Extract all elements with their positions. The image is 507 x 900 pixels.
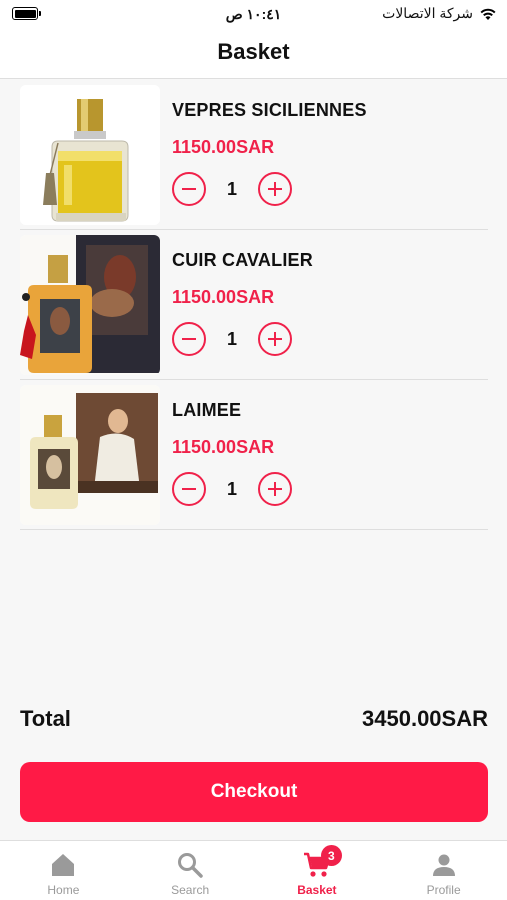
status-bar: ١٠:٤١ ص شركة الاتصالات [0, 0, 507, 30]
page-title: Basket [217, 39, 290, 64]
basket-item: VEPRES SICILIENNES 1150.00SAR 1 [20, 80, 488, 230]
tab-profile[interactable]: Profile [380, 841, 507, 900]
increase-quantity-button[interactable] [258, 472, 292, 506]
increase-quantity-button[interactable] [258, 172, 292, 206]
basket-count-badge: 3 [320, 845, 342, 866]
decrease-quantity-button[interactable] [172, 322, 206, 356]
decrease-quantity-button[interactable] [172, 472, 206, 506]
increase-quantity-button[interactable] [258, 322, 292, 356]
product-price: 1150.00SAR [172, 437, 275, 457]
user-icon [432, 854, 455, 876]
quantity-stepper: 1 [172, 172, 292, 206]
product-price: 1150.00SAR [172, 137, 275, 157]
decrease-quantity-button[interactable] [172, 172, 206, 206]
product-price: 1150.00SAR [172, 287, 275, 307]
tab-home[interactable]: Home [0, 841, 127, 900]
tab-label: Search [171, 883, 210, 897]
tab-label: Basket [297, 883, 337, 897]
total-label: Total [20, 706, 71, 731]
search-icon [178, 853, 203, 878]
basket-item: CUIR CAVALIER 1150.00SAR 1 [20, 230, 488, 380]
wifi-icon [480, 8, 496, 20]
quantity-stepper: 1 [172, 472, 292, 506]
product-image[interactable] [20, 385, 160, 525]
total-value: 3450.00SAR [362, 706, 488, 731]
product-name[interactable]: CUIR CAVALIER [172, 250, 313, 271]
tab-label: Profile [426, 883, 461, 897]
product-image[interactable] [20, 85, 160, 225]
product-name[interactable]: VEPRES SICILIENNES [172, 100, 367, 121]
carrier-name: شركة الاتصالات [382, 5, 473, 21]
quantity-stepper: 1 [172, 322, 292, 356]
quantity-value: 1 [226, 178, 237, 199]
product-image[interactable] [20, 235, 160, 375]
home-icon [52, 854, 75, 876]
status-right: شركة الاتصالات [382, 5, 497, 22]
tab-label: Home [47, 883, 80, 897]
quantity-value: 1 [226, 478, 237, 499]
header: Basket [0, 30, 507, 79]
product-name[interactable]: LAIMEE [172, 400, 241, 421]
basket-item: LAIMEE 1150.00SAR 1 [20, 380, 488, 530]
total-row: Total 3450.00SAR [20, 706, 488, 732]
tab-basket[interactable]: 3 Basket [254, 841, 381, 900]
tab-search[interactable]: Search [127, 841, 254, 900]
cart-icon-wrapper: 3 [303, 845, 342, 879]
checkout-button[interactable]: Checkout [20, 762, 488, 822]
tab-bar: Home Search 3 Basket Profile [0, 840, 507, 900]
quantity-value: 1 [226, 328, 237, 349]
